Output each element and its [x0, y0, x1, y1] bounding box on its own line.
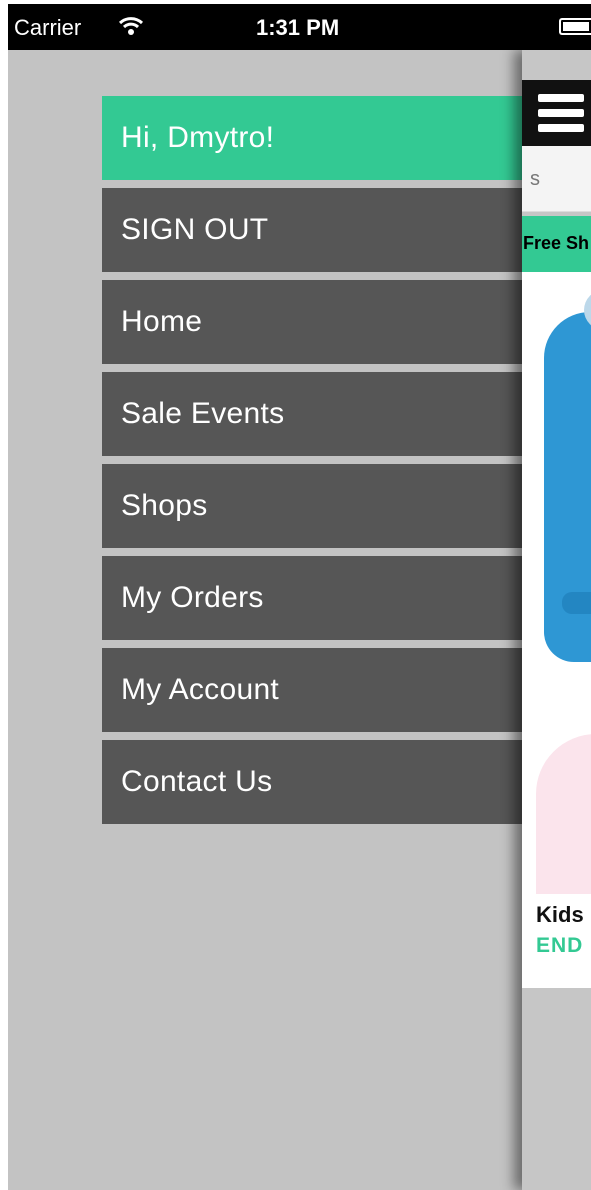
menu-item-sign-out[interactable]: SIGN OUT: [102, 188, 522, 272]
product-status: END: [536, 934, 584, 957]
search-text: s: [530, 168, 540, 190]
menu-item-my-account[interactable]: My Account: [102, 648, 522, 732]
status-time: 1:31 PM: [256, 15, 340, 40]
main-content-panel[interactable]: s Free Sh Kids END: [522, 50, 591, 1190]
menu-item-shops[interactable]: Shops: [102, 464, 522, 548]
carrier-label: Carrier: [14, 15, 82, 40]
status-bar: Carrier 1:31 PM: [8, 4, 591, 50]
greeting-header: Hi, Dmytro!: [102, 96, 522, 180]
side-menu: Hi, Dmytro! SIGN OUT Home Sale Events Sh…: [102, 96, 522, 824]
hoodie-cuff-shape: [562, 592, 591, 614]
search-bar[interactable]: s: [522, 146, 591, 212]
hamburger-icon[interactable]: [538, 94, 584, 132]
product-image-bg: [536, 734, 591, 894]
product-title: Kids: [536, 902, 584, 927]
menu-item-my-orders[interactable]: My Orders: [102, 556, 522, 640]
promo-text: Free Sh: [523, 233, 590, 253]
menu-item-sale-events[interactable]: Sale Events: [102, 372, 522, 456]
battery-icon: [559, 18, 591, 35]
top-nav-bar: [522, 80, 591, 146]
product-card[interactable]: Kids END: [522, 272, 591, 988]
app-screen: Carrier 1:31 PM Hi, Dmytro! SIGN OUT Hom…: [8, 4, 591, 1190]
menu-item-contact-us[interactable]: Contact Us: [102, 740, 522, 824]
promo-banner[interactable]: Free Sh: [522, 216, 591, 272]
product-image: [522, 272, 591, 894]
menu-item-home[interactable]: Home: [102, 280, 522, 364]
wifi-icon: [118, 17, 144, 35]
